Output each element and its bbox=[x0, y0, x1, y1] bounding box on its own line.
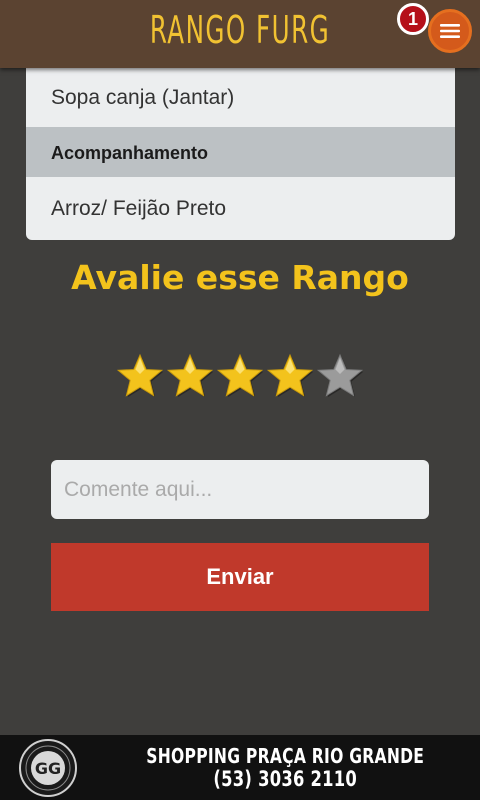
star-icon[interactable] bbox=[315, 352, 365, 402]
notification-badge[interactable]: 1 bbox=[397, 3, 429, 35]
app-title: RANGO FURG bbox=[149, 8, 331, 52]
hamburger-menu-icon bbox=[440, 24, 460, 38]
star-icon[interactable] bbox=[115, 352, 165, 402]
star-rating[interactable] bbox=[115, 352, 365, 402]
rating-title: Avalie esse Rango bbox=[71, 258, 409, 297]
menu-item-soup[interactable]: Sopa canja (Jantar) bbox=[26, 68, 455, 127]
svg-text:GG: GG bbox=[35, 759, 61, 778]
star-icon[interactable] bbox=[265, 352, 315, 402]
menu-dropdown: Sopa canja (Jantar) Acompanhamento Arroz… bbox=[26, 68, 455, 240]
menu-item-rice-beans[interactable]: Arroz/ Feijão Preto bbox=[26, 177, 455, 240]
ad-phone: (53) 3036 2110 bbox=[213, 767, 358, 791]
send-button[interactable]: Enviar bbox=[51, 543, 429, 611]
comment-input[interactable] bbox=[51, 460, 429, 519]
menu-button[interactable] bbox=[428, 9, 472, 53]
star-icon[interactable] bbox=[165, 352, 215, 402]
ad-headline: SHOPPING PRAÇA RIO GRANDE bbox=[146, 744, 425, 768]
star-icon[interactable] bbox=[215, 352, 265, 402]
ad-banner[interactable]: GG SHOPPING PRAÇA RIO GRANDE (53) 3036 2… bbox=[0, 735, 480, 800]
app-header: RANGO FURG 1 bbox=[0, 0, 480, 68]
menu-section-header: Acompanhamento bbox=[26, 127, 455, 177]
gg-logo: GG bbox=[19, 739, 77, 797]
